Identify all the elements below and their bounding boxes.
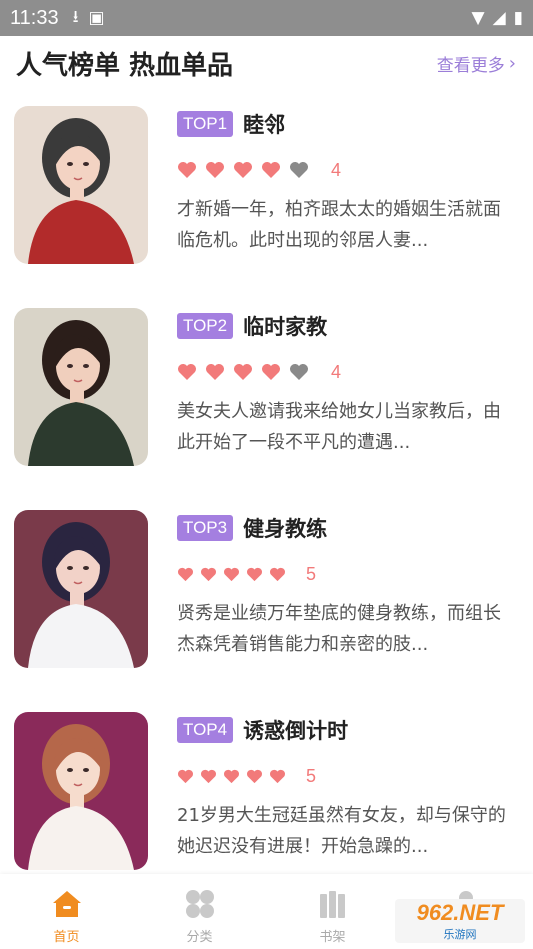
book-title[interactable]: 健身教练 (243, 513, 327, 543)
heart-icon (178, 567, 193, 581)
nav-bookshelf[interactable]: 书架 (266, 874, 399, 949)
rank-badge: TOP3 (177, 515, 234, 541)
watermark-text: 乐游网 (443, 929, 477, 941)
a-icon: ▣ (88, 8, 105, 28)
nav-home[interactable]: 首页 (0, 874, 133, 949)
cover-illustration (14, 106, 148, 264)
home-icon (52, 891, 81, 917)
heart-icon (178, 364, 196, 380)
book-item-2[interactable]: TOP2 临时家教 4 美女夫人邀请我来给她女儿当家教后，由此开始了一段不平凡的… (0, 306, 533, 508)
rank-badge: TOP1 (177, 111, 234, 137)
book-cover[interactable] (14, 308, 148, 466)
rating-score: 4 (331, 361, 342, 382)
see-more-label: 查看更多 (436, 55, 505, 76)
heart-icon (247, 769, 262, 783)
rating: 5 (177, 764, 522, 788)
heart-icon (262, 364, 280, 380)
wifi-icon: ▼ (471, 8, 485, 28)
book-item-1[interactable]: TOP1 睦邻 4 才新婚一年，柏齐跟太太的婚姻生活就面临危机。此时出现的邻居人… (0, 104, 533, 306)
chevron-right-icon: › (508, 52, 516, 74)
download-icon: ⭳ (72, 6, 79, 27)
nav-category-label: 分类 (186, 930, 213, 945)
site-watermark: 962.NET 乐游网 (395, 899, 525, 943)
heart-icon (262, 162, 280, 178)
heart-icon (270, 567, 285, 581)
watermark-logo: 962.NET (416, 900, 504, 925)
book-item-3[interactable]: TOP3 健身教练 5 贤秀是业绩万年垫底的健身教练，而组长杰森凭着销售能力和亲… (0, 508, 533, 710)
cover-illustration (14, 510, 148, 668)
rating-score: 5 (306, 765, 317, 786)
book-cover[interactable] (14, 106, 148, 264)
heart-icon (201, 567, 216, 581)
book-title[interactable]: 诱惑倒计时 (243, 715, 348, 745)
cover-illustration (14, 308, 148, 466)
book-cover[interactable] (14, 510, 148, 668)
book-description: 美女夫人邀请我来给她女儿当家教后，由此开始了一段不平凡的遭遇... (177, 401, 501, 453)
heart-icon (290, 364, 308, 380)
battery-icon: ▮ (513, 8, 523, 28)
heart-icon (234, 162, 252, 178)
see-more-button[interactable]: 查看更多 › (437, 51, 516, 76)
bottom-nav: 首页 分类 书架 962.NET 乐游网 (0, 874, 533, 949)
heart-icon (224, 769, 239, 783)
category-icon (185, 890, 214, 918)
status-time: 11:33 (10, 6, 59, 29)
book-cover[interactable] (14, 712, 148, 870)
rating: 5 (177, 562, 522, 586)
bookshelf-icon (319, 891, 345, 918)
heart-icon (206, 162, 224, 178)
rating: 4 (177, 360, 522, 384)
cover-illustration (14, 712, 148, 870)
nav-bookshelf-label: 书架 (319, 930, 346, 945)
book-description: 贤秀是业绩万年垫底的健身教练，而组长杰森凭着销售能力和亲密的肢... (177, 603, 501, 655)
rating-score: 5 (306, 563, 317, 584)
section-title: 人气榜单 热血单品 (16, 50, 234, 81)
rank-badge: TOP4 (177, 717, 234, 743)
book-title[interactable]: 睦邻 (243, 109, 285, 139)
heart-icon (270, 769, 285, 783)
heart-icon (206, 364, 224, 380)
book-description: 21岁男大生冠廷虽然有女友，却与保守的她迟迟没有进展！开始急躁的... (177, 805, 506, 857)
heart-icon (201, 769, 216, 783)
section-header: 人气榜单 热血单品 查看更多 › (16, 42, 516, 84)
rank-badge: TOP2 (177, 313, 234, 339)
heart-icon (178, 162, 196, 178)
heart-icon (224, 567, 239, 581)
nav-home-label: 首页 (53, 930, 80, 945)
ranking-list: TOP1 睦邻 4 才新婚一年，柏齐跟太太的婚姻生活就面临危机。此时出现的邻居人… (0, 104, 533, 912)
signal-icon: ◢ (492, 8, 506, 28)
book-title[interactable]: 临时家教 (243, 311, 327, 341)
heart-icon (234, 364, 252, 380)
nav-category[interactable]: 分类 (133, 874, 266, 949)
rating: 4 (177, 158, 522, 182)
rating-score: 4 (331, 159, 342, 180)
heart-icon (290, 162, 308, 178)
heart-icon (247, 567, 262, 581)
status-bar: 11:33 ⭳ ▣ ▼ ◢ ▮ (0, 0, 533, 36)
book-description: 才新婚一年，柏齐跟太太的婚姻生活就面临危机。此时出现的邻居人妻... (177, 199, 501, 251)
heart-icon (178, 769, 193, 783)
